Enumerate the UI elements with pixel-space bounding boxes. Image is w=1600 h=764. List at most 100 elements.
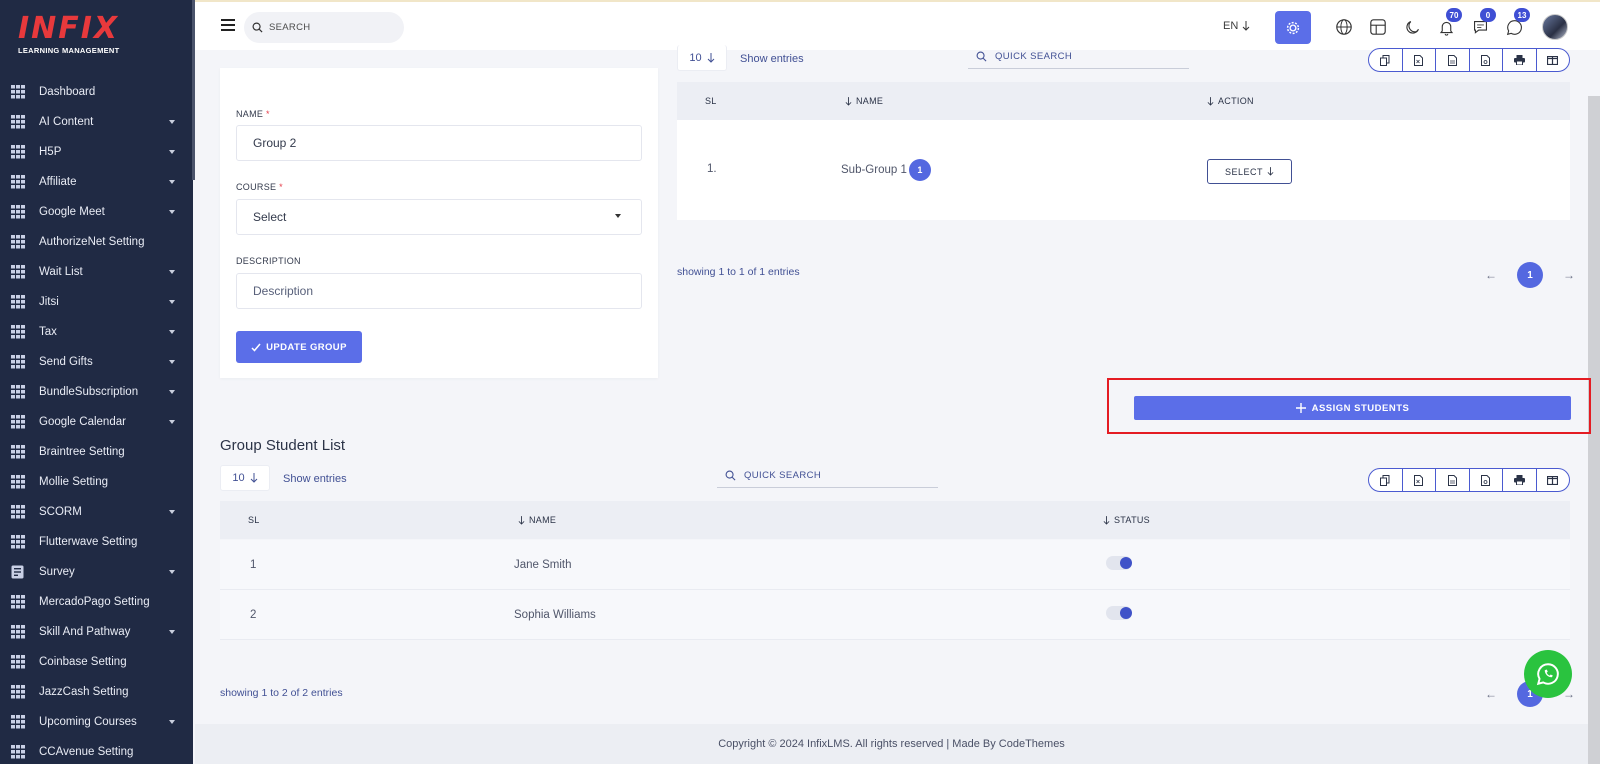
grid-icon [11,625,26,639]
sidebar-item-survey[interactable]: Survey [0,557,193,587]
sidebar-item-authorizenet-setting[interactable]: AuthorizeNet Setting [0,227,193,257]
sidebar-item-dashboard[interactable]: Dashboard [0,77,193,107]
status-toggle[interactable] [1106,556,1132,570]
check-icon [251,343,261,352]
plus-icon [1295,403,1306,413]
website-globe-button[interactable] [1333,16,1355,38]
sidebar-item-wait-list[interactable]: Wait List [0,257,193,287]
sidebar-item-label: SCORM [39,506,82,518]
whatsapp-chat-button[interactable] [1524,650,1572,698]
subgroup-entries-select[interactable]: 10 [677,45,727,71]
sidebar-item-jitsi[interactable]: Jitsi [0,287,193,317]
toggle-knob [1120,557,1132,569]
subgroup-name[interactable]: Sub-Group 11 [841,159,931,181]
sidebar-item-label: CCAvenue Setting [39,746,134,758]
grid-icon [11,355,26,369]
sidebar-item-upcoming-courses[interactable]: Upcoming Courses [0,707,193,737]
col-name-label: NAME [529,515,557,525]
sidebar-item-label: Upcoming Courses [39,716,137,728]
csv-button[interactable] [1436,49,1470,71]
copy-button[interactable] [1369,469,1403,491]
prev-page-arrow-icon[interactable]: ← [1485,687,1497,701]
col-status[interactable]: STATUS [1103,501,1150,539]
sidebar-item-skill-and-pathway[interactable]: Skill And Pathway [0,617,193,647]
sort-arrow-icon [1103,515,1110,525]
columns-button[interactable] [1537,469,1570,491]
grid-icon [11,655,26,669]
sidebar-item-coinbase-setting[interactable]: Coinbase Setting [0,647,193,677]
subgroup-quick-search[interactable]: QUICK SEARCH [968,45,1189,69]
assign-students-highlight: ASSIGN STUDENTS [1107,378,1591,434]
update-group-button[interactable]: UPDATE GROUP [236,331,362,363]
pdf-button[interactable] [1470,49,1503,71]
sidebar-item-jazzcash-setting[interactable]: JazzCash Setting [0,677,193,707]
print-button[interactable] [1503,49,1537,71]
col-sl[interactable]: SL [248,501,260,539]
sidebar-item-scorm[interactable]: SCORM [0,497,193,527]
sidebar-menu: Dashboard AI Content H5P Affiliate Google Me… [0,77,193,764]
sidebar-item-flutterwave-setting[interactable]: Flutterwave Setting [0,527,193,557]
col-action[interactable]: ACTION [1207,82,1254,120]
excel-button[interactable] [1403,49,1436,71]
current-page-button[interactable]: 1 [1517,262,1543,288]
global-search-input[interactable] [269,22,389,33]
excel-button[interactable] [1403,469,1436,491]
sidebar-item-ccavenue-setting[interactable]: CCAvenue Setting [0,737,193,764]
name-field[interactable] [236,125,642,161]
sidebar-item-braintree-setting[interactable]: Braintree Setting [0,437,193,467]
sidebar-item-ai-content[interactable]: AI Content [0,107,193,137]
print-button[interactable] [1503,469,1537,491]
next-page-arrow-icon[interactable]: → [1563,268,1575,282]
columns-button[interactable] [1537,49,1570,71]
col-sl[interactable]: SL [705,82,717,120]
sidebar-item-label: Affiliate [39,176,77,188]
user-avatar[interactable] [1542,14,1568,40]
notifications-button[interactable]: 70 [1435,8,1462,38]
subgroup-sl: 1. [707,163,717,175]
sidebar-item-affiliate[interactable]: Affiliate [0,167,193,197]
sidebar-item-send-gifts[interactable]: Send Gifts [0,347,193,377]
prev-page-arrow-icon[interactable]: ← [1485,268,1497,282]
hamburger-menu-icon[interactable] [221,19,235,31]
grid-icon [11,415,26,429]
messages-button[interactable]: 0 [1469,8,1496,38]
description-input[interactable] [253,284,641,298]
course-select[interactable]: Select [236,199,642,235]
assign-students-button[interactable]: ASSIGN STUDENTS [1134,396,1571,420]
student-entries-select[interactable]: 10 [220,465,270,491]
sidebar-item-label: H5P [39,146,62,158]
layout-button[interactable] [1367,16,1389,38]
sidebar-item-mollie-setting[interactable]: Mollie Setting [0,467,193,497]
col-name[interactable]: NAME [845,82,883,120]
course-label: COURSE * [236,182,283,192]
settings-gear-button[interactable] [1275,11,1311,44]
dark-mode-button[interactable] [1401,16,1423,38]
student-quick-search[interactable]: QUICK SEARCH [717,464,938,488]
sidebar-item-google-calendar[interactable]: Google Calendar [0,407,193,437]
global-search[interactable] [244,12,404,43]
logo[interactable]: INFIX LEARNING MANAGEMENT [18,14,138,60]
grid-icon [11,295,26,309]
sidebar-item-h5p[interactable]: H5P [0,137,193,167]
col-name[interactable]: NAME [518,501,556,539]
name-input[interactable] [253,136,641,150]
chat-button[interactable]: 13 [1503,8,1530,38]
copy-icon [1380,54,1390,66]
subgroup-name-label: Sub-Group 1 [841,164,907,177]
status-toggle[interactable] [1106,606,1132,620]
sidebar-item-mercadopago-setting[interactable]: MercadoPago Setting [0,587,193,617]
description-field[interactable] [236,273,642,309]
caret-down-icon [169,330,175,334]
grid-icon [11,145,26,159]
sort-arrow-icon [518,515,525,525]
subgroup-select-button[interactable]: SELECT [1207,159,1292,184]
sidebar-item-label: Flutterwave Setting [39,536,138,548]
language-selector[interactable]: EN [1223,20,1250,32]
sidebar-item-google-meet[interactable]: Google Meet [0,197,193,227]
assign-students-label: ASSIGN STUDENTS [1311,402,1410,414]
copy-button[interactable] [1369,49,1403,71]
csv-button[interactable] [1436,469,1470,491]
sidebar-item-tax[interactable]: Tax [0,317,193,347]
pdf-button[interactable] [1470,469,1503,491]
sidebar-item-bundlesubscription[interactable]: BundleSubscription [0,377,193,407]
